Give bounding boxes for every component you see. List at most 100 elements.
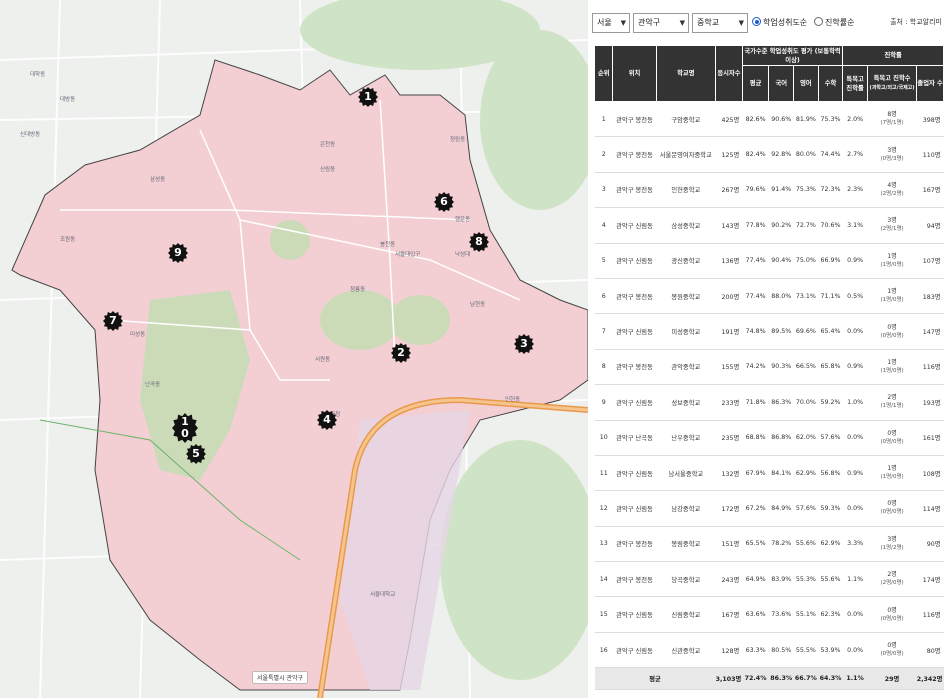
table-cell-avg: 63.6% xyxy=(742,596,769,633)
table-row[interactable]: 1 관악구 봉천동 구암중학교 425명 82.6% 90.6% 81.9% 75.3% 2.0… xyxy=(594,101,944,138)
special-count-breakdown: (2명/1명) xyxy=(880,226,904,233)
table-cell-grad: 114명 xyxy=(916,490,944,527)
table-cell-n: 235명 xyxy=(715,420,743,456)
data-source: 출처 : 학교알리미 xyxy=(890,18,942,26)
table-row[interactable]: 5 관악구 신림동 광신중학교 136명 77.4% 90.4% 75.0% 66.9% 0.9… xyxy=(594,243,944,279)
sort-achievement-radio[interactable]: 학업성취도순 xyxy=(752,17,807,28)
map-base xyxy=(0,0,588,698)
table-row[interactable]: 2 관악구 봉천동 서울문영여자중학교 125명 82.4% 92.8% 80.0% 74.4… xyxy=(594,136,944,173)
table-cell-loc: 관악구 신림동 xyxy=(612,384,657,421)
table-row[interactable]: 16 관악구 신림동 신관중학교 128명 63.3% 80.5% 55.5% 53.9% 0.… xyxy=(594,632,944,669)
table-cell-grad: 161명 xyxy=(916,420,944,456)
table-cell-rate: 0.9% xyxy=(842,243,868,279)
table-cell-grad: 110명 xyxy=(916,136,944,173)
table-cell-kor: 86.3% xyxy=(768,384,794,421)
map-label: 대학동 xyxy=(30,72,46,78)
table-row[interactable]: 15 관악구 신림동 신림중학교 167명 63.6% 73.6% 55.1% 62.3% 0.… xyxy=(594,596,944,633)
table-cell-school: 당곡중학교 xyxy=(656,561,716,598)
header-special-rate: 특목고 진학률 xyxy=(842,65,868,102)
table-row[interactable]: 11 관악구 신림동 남서울중학교 132명 67.9% 84.1% 62.9% 56.8% 0… xyxy=(594,455,944,492)
district-select[interactable]: 관악구 ▼ xyxy=(633,13,689,33)
special-count-breakdown: (0명/3명) xyxy=(880,155,904,162)
table-cell-n: 125명 xyxy=(715,136,743,173)
level-select[interactable]: 중학교 ▼ xyxy=(692,13,748,33)
table-row[interactable]: 14 관악구 봉천동 당곡중학교 243명 64.9% 83.9% 55.3% 55.6% 1.… xyxy=(594,561,944,598)
table-row[interactable]: 4 관악구 신림동 삼성중학교 143명 77.8% 90.2% 72.7% 70.6% 3.1… xyxy=(594,207,944,244)
special-count-breakdown: (1명/0명) xyxy=(880,474,904,481)
table-cell-avg: 82.6% xyxy=(742,101,769,138)
table-cell-math: 55.6% xyxy=(818,561,843,598)
sort-transfer-radio[interactable]: 진학률순 xyxy=(814,17,854,28)
ranking-panel: 서울 ▼ 관악구 ▼ 중학교 ▼ 학업성취도순 진학률순 출처 : 학교알리미 xyxy=(588,0,944,698)
table-cell-kor: 84.9% xyxy=(768,490,794,527)
table-cell-eng: 55.1% xyxy=(793,596,819,633)
table-row[interactable]: 7 관악구 신림동 미성중학교 191명 74.8% 89.5% 69.6% 65.4% 0.0… xyxy=(594,313,944,350)
average-cell-eng: 66.7% xyxy=(793,667,819,691)
special-count-value: 0명 xyxy=(887,606,897,614)
special-count-breakdown: (1명/0명) xyxy=(880,367,904,374)
table-cell-school: 남서울중학교 xyxy=(656,455,716,492)
map-label: 낙성대 xyxy=(455,252,471,258)
header-achievement-group: 국가수준 학업성취도 평가 (보통학력이상) xyxy=(741,45,844,66)
table-cell-rank: 8 xyxy=(594,349,613,386)
table-cell-cnt: 3명 (2명/1명) xyxy=(867,207,917,244)
map-view[interactable]: 대학동 신림동 봉천동 서원동 청룡동 은천동 인헌동 남현동 낙성대 서울대입… xyxy=(0,0,588,698)
table-cell-n: 136명 xyxy=(715,243,743,279)
table-cell-avg: 77.4% xyxy=(742,243,769,279)
table-body: 1 관악구 봉천동 구암중학교 425명 82.6% 90.6% 81.9% 75.3% 2.0… xyxy=(594,101,944,691)
chevron-down-icon: ▼ xyxy=(738,19,744,27)
table-row[interactable]: 10 관악구 난곡동 난우중학교 235명 68.8% 86.8% 62.0% 57.6% 0.… xyxy=(594,420,944,456)
table-row[interactable]: 3 관악구 봉천동 인헌중학교 267명 79.6% 91.4% 75.3% 72.3% 2.3… xyxy=(594,172,944,209)
table-cell-rate: 0.0% xyxy=(842,313,868,350)
table-cell-avg: 79.6% xyxy=(742,172,769,209)
header-special-count-label: 특목고 진학수 xyxy=(873,75,911,82)
table-cell-rank: 13 xyxy=(594,526,613,563)
table-cell-eng: 62.9% xyxy=(793,455,819,492)
table-cell-avg: 71.8% xyxy=(742,384,769,421)
table-cell-rank: 5 xyxy=(594,243,613,279)
table-cell-loc: 관악구 신림동 xyxy=(612,207,657,244)
table-cell-school: 성보중학교 xyxy=(656,384,716,421)
table-cell-rank: 15 xyxy=(594,596,613,633)
city-select[interactable]: 서울 ▼ xyxy=(592,13,630,33)
table-cell-eng: 75.3% xyxy=(793,172,819,209)
table-cell-n: 167명 xyxy=(715,596,743,633)
special-count-value: 0명 xyxy=(887,500,897,508)
table-cell-kor: 90.4% xyxy=(768,243,794,279)
table-cell-kor: 90.6% xyxy=(768,101,794,138)
table-cell-avg: 65.5% xyxy=(742,526,769,563)
header-korean: 국어 xyxy=(768,65,795,102)
average-cell-cnt: 29명 xyxy=(867,667,917,691)
table-cell-math: 62.9% xyxy=(818,526,843,563)
table-cell-cnt: 1명 (1명/0명) xyxy=(867,278,917,315)
table-cell-kor: 83.9% xyxy=(768,561,794,598)
average-cell-n: 3,103명 xyxy=(715,667,743,691)
table-cell-cnt: 0명 (0명/0명) xyxy=(867,632,917,669)
table-row[interactable]: 8 관악구 봉천동 관악중학교 155명 74.2% 90.3% 66.5% 65.8% 0.9… xyxy=(594,349,944,386)
table-cell-math: 59.3% xyxy=(818,490,843,527)
special-count-breakdown: (7명/1명) xyxy=(880,120,904,127)
table-cell-school: 서울문영여자중학교 xyxy=(656,136,716,173)
table-cell-school: 삼성중학교 xyxy=(656,207,716,244)
table-cell-rate: 1.0% xyxy=(842,384,868,421)
table-cell-grad: 398명 xyxy=(916,101,944,138)
table-cell-math: 70.6% xyxy=(818,207,843,244)
header-english: 영어 xyxy=(793,65,819,102)
table-cell-loc: 관악구 봉천동 xyxy=(612,526,657,563)
table-row[interactable]: 12 관악구 신림동 남강중학교 172명 67.2% 84.9% 57.6% 59.3% 0.… xyxy=(594,490,944,527)
special-count-value: 4명 xyxy=(887,181,897,189)
table-cell-kor: 86.8% xyxy=(768,420,794,456)
table-cell-n: 132명 xyxy=(715,455,743,492)
special-count-breakdown: (2명/2명) xyxy=(880,190,904,197)
special-count-breakdown: (1명/1명) xyxy=(880,403,904,410)
table-row[interactable]: 13 관악구 봉천동 봉림중학교 151명 65.5% 78.2% 55.6% 62.9% 3.… xyxy=(594,526,944,563)
table-cell-n: 267명 xyxy=(715,172,743,209)
table-cell-math: 59.2% xyxy=(818,384,843,421)
average-cell-rate: 1.1% xyxy=(842,667,868,691)
table-cell-loc: 관악구 신림동 xyxy=(612,490,657,527)
table-cell-n: 233명 xyxy=(715,384,743,421)
table-row[interactable]: 6 관악구 봉천동 봉원중학교 200명 77.4% 88.0% 73.1% 71.1% 0.5… xyxy=(594,278,944,315)
table-row[interactable]: 9 관악구 신림동 성보중학교 233명 71.8% 86.3% 70.0% 59.2% 1.0… xyxy=(594,384,944,421)
table-cell-cnt: 0명 (0명/0명) xyxy=(867,490,917,527)
table-cell-n: 172명 xyxy=(715,490,743,527)
